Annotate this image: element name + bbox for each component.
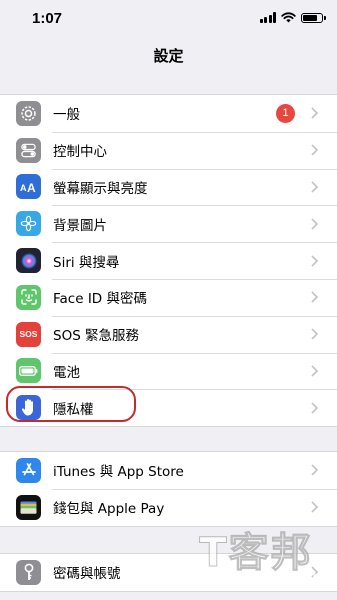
settings-row-control-center[interactable]: 控制中心 [0,131,337,169]
chevron-right-icon [311,328,319,340]
status-time: 1:07 [32,10,63,27]
settings-row-itunes-app-store[interactable]: iTunes 與 App Store [0,452,337,489]
watermark-domain: techbang.com [194,568,318,584]
battery-icon [301,12,326,23]
chevron-right-icon [311,254,319,267]
chevron-right-icon [311,144,319,156]
gear-icon [16,100,41,126]
settings-row-display-brightness[interactable]: AA 螢幕顯示與亮度 [0,168,337,206]
settings-row-label: Siri 與搜尋 [53,254,120,271]
sos-icon: SOS [16,321,41,347]
switches-icon [16,137,41,163]
chevron-right-icon [311,291,319,303]
face-id-icon [16,284,41,310]
chevron-right-icon [311,218,319,230]
flower-icon [16,211,41,237]
page-title: 設定 [153,47,184,65]
battery-setting-icon [16,358,41,384]
settings-row-face-id-passcode[interactable]: Face ID 與密碼 [0,278,337,316]
status-icons [259,12,326,23]
settings-row-label: SOS 緊急服務 [53,328,140,345]
settings-group-2: iTunes 與 App Store 錢包與 Apple Pay [0,451,337,527]
wifi-icon [281,12,296,23]
settings-row-label: 密碼與帳號 [53,566,121,583]
watermark-brand: T客邦 [199,530,313,577]
chevron-right-icon [311,464,319,476]
settings-row-label: 控制中心 [53,144,107,161]
key-icon [16,559,41,585]
techbang-watermark: T客邦 techbang.com [181,520,331,592]
svg-text:A: A [20,183,27,193]
settings-row-wallpaper[interactable]: 背景圖片 [0,205,337,242]
privacy-highlight-outline [6,386,136,422]
settings-row-label: 背景圖片 [53,217,107,234]
text-size-icon: AA [16,174,41,200]
settings-row-battery[interactable]: 電池 [0,352,337,390]
chevron-right-icon [311,181,319,193]
sos-icon-text: SOS [19,329,38,340]
settings-row-label: 螢幕顯示與亮度 [53,180,148,197]
app-store-icon [16,457,41,483]
settings-row-label: iTunes 與 App Store [53,464,184,481]
settings-group-1: 一般 1 控制中心 AA 螢幕顯示與亮度 背景圖片 Siri 與搜尋 Face … [0,94,337,428]
cellular-signal-icon [259,12,276,23]
settings-row-general[interactable]: 一般 1 [0,95,337,132]
wallet-icon [16,494,41,520]
settings-row-siri-search[interactable]: Siri 與搜尋 [0,242,337,279]
settings-row-label: 一般 [53,107,80,124]
chevron-right-icon [311,365,319,377]
settings-row-label: 錢包與 Apple Pay [53,501,165,518]
settings-row-label: 電池 [53,364,80,381]
settings-row-emergency-sos[interactable]: SOS SOS 緊急服務 [0,315,337,353]
nav-bar: 設定 [0,40,337,76]
svg-text:A: A [27,181,36,194]
settings-row-label: Face ID 與密碼 [53,291,147,308]
chevron-right-icon [311,107,319,119]
status-bar: 1:07 [0,0,337,40]
notification-badge: 1 [276,103,295,123]
chevron-right-icon [311,501,319,513]
chevron-right-icon [311,402,319,414]
siri-icon [16,248,41,274]
